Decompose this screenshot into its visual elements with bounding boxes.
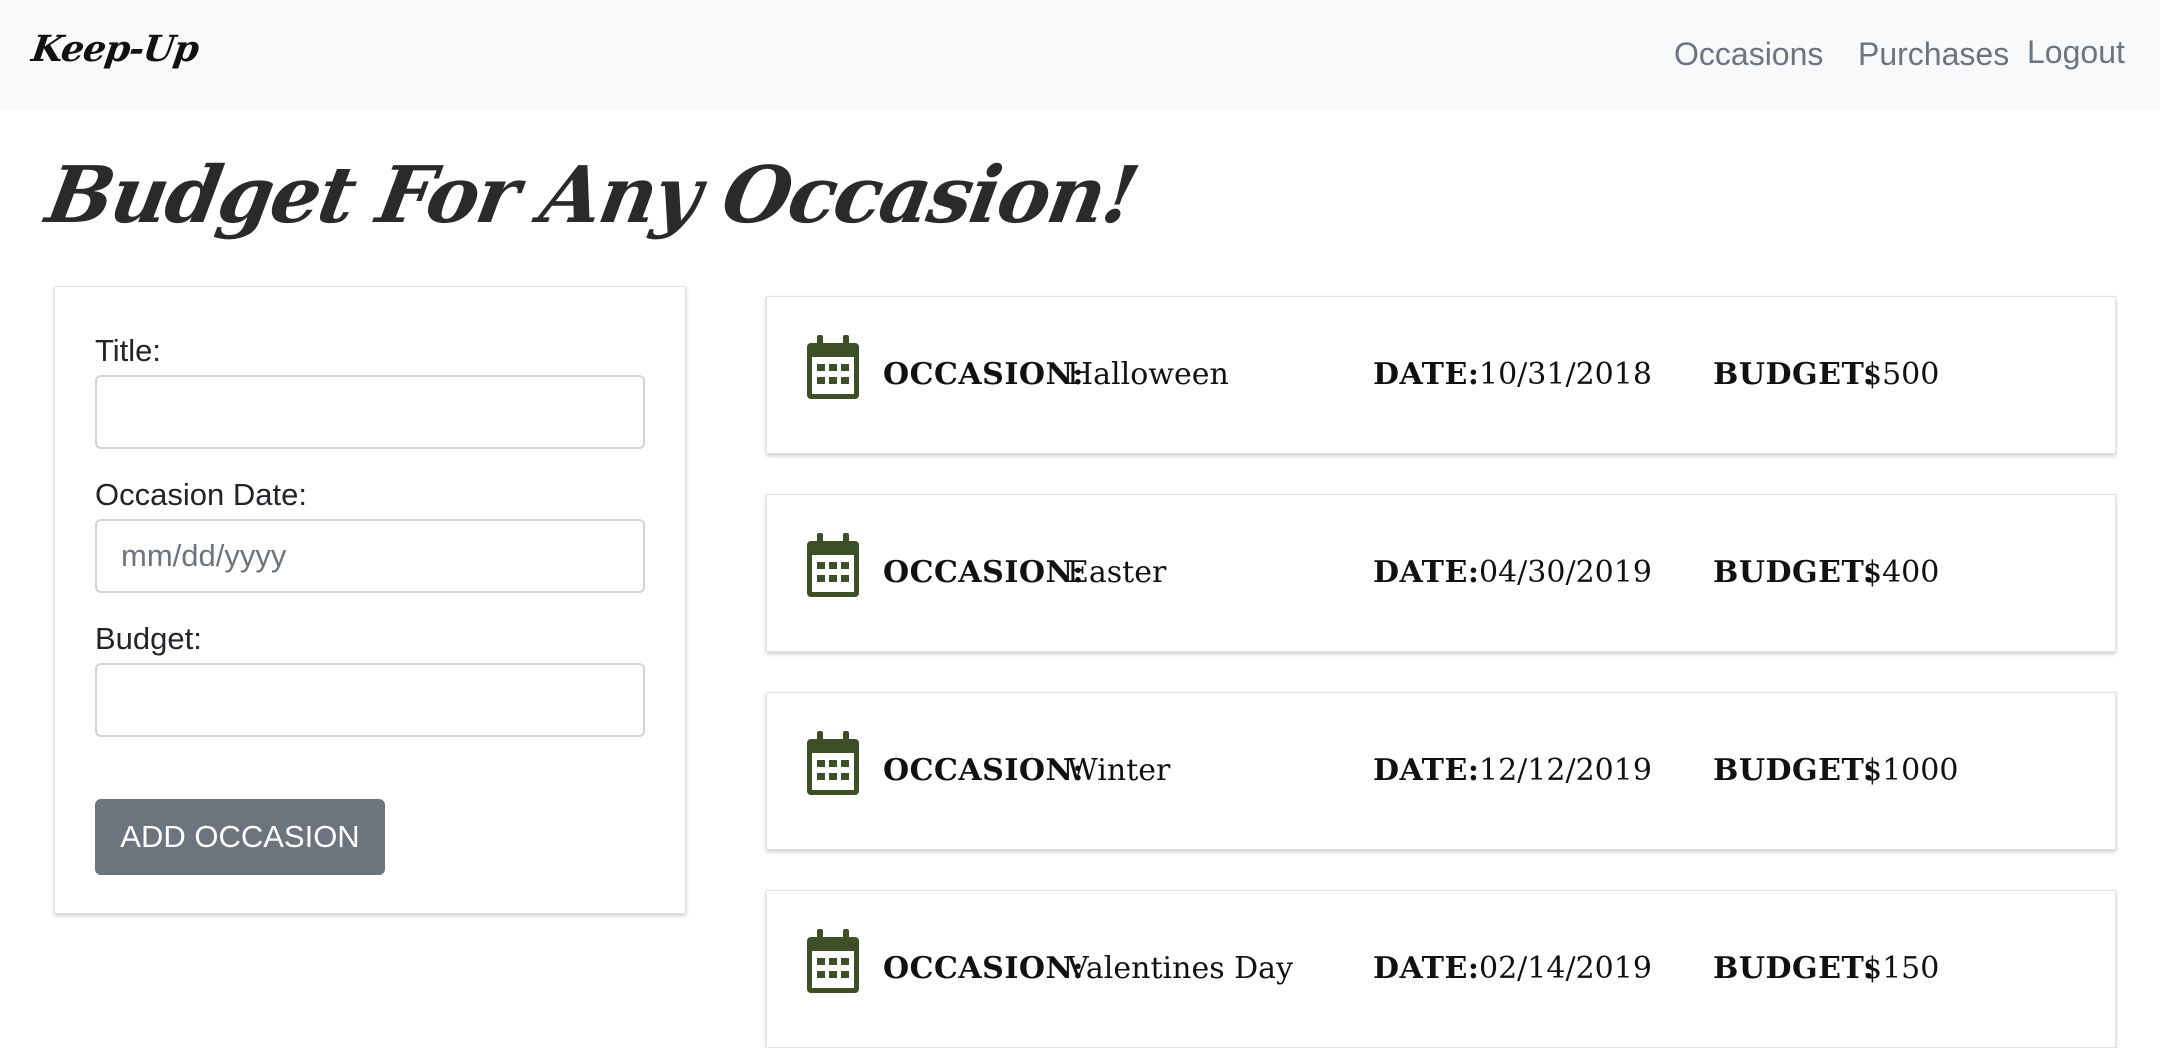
add-occasion-form: Title: Occasion Date: Budget: ADD OCCASI… — [54, 286, 686, 914]
brand-logo[interactable]: Keep-Up — [29, 28, 201, 70]
page-title: Budget For Any Occasion! — [39, 150, 1144, 241]
budget-key: BUDGET: — [1713, 357, 1875, 392]
occasion-name: Winter — [1067, 753, 1171, 788]
occasion-date: 10/31/2018 — [1479, 357, 1652, 392]
occasion-key: OCCASION: — [883, 357, 1084, 392]
occasion-card[interactable]: OCCASION: Halloween DATE: 10/31/2018 BUD… — [766, 296, 2116, 454]
occasion-date: 04/30/2019 — [1479, 555, 1652, 590]
occasion-date: 02/14/2019 — [1479, 951, 1652, 986]
budget-input[interactable] — [95, 663, 645, 737]
occasion-key: OCCASION: — [883, 555, 1084, 590]
title-label: Title: — [95, 333, 162, 368]
occasion-card[interactable]: OCCASION: Winter DATE: 12/12/2019 BUDGET… — [766, 692, 2116, 850]
calendar-icon — [807, 731, 859, 795]
occasion-budget: $1000 — [1863, 753, 1959, 788]
occasion-name: Valentines Day — [1067, 951, 1294, 986]
occasion-budget: $150 — [1863, 951, 1940, 986]
date-key: DATE: — [1373, 555, 1480, 590]
calendar-icon — [807, 335, 859, 399]
occasion-card[interactable]: OCCASION: Easter DATE: 04/30/2019 BUDGET… — [766, 494, 2116, 652]
occasion-name: Easter — [1067, 555, 1167, 590]
occasion-budget: $500 — [1863, 357, 1940, 392]
nav-link-purchases[interactable]: Purchases — [1858, 36, 2009, 73]
occasion-date-label: Occasion Date: — [95, 477, 307, 512]
nav-link-occasions[interactable]: Occasions — [1674, 36, 1823, 73]
date-key: DATE: — [1373, 753, 1480, 788]
date-key: DATE: — [1373, 951, 1480, 986]
budget-label: Budget: — [95, 621, 202, 656]
calendar-icon — [807, 929, 859, 993]
calendar-icon — [807, 533, 859, 597]
navbar: Keep-Up Occasions Purchases Logout — [0, 0, 2160, 110]
occasion-name: Halloween — [1067, 357, 1229, 392]
budget-key: BUDGET: — [1713, 555, 1875, 590]
budget-key: BUDGET: — [1713, 753, 1875, 788]
occasion-key: OCCASION: — [883, 951, 1084, 986]
budget-key: BUDGET: — [1713, 951, 1875, 986]
date-key: DATE: — [1373, 357, 1480, 392]
occasion-date-input[interactable] — [95, 519, 645, 593]
occasion-budget: $400 — [1863, 555, 1940, 590]
occasion-card[interactable]: OCCASION: Valentines Day DATE: 02/14/201… — [766, 890, 2116, 1048]
title-input[interactable] — [95, 375, 645, 449]
add-occasion-button[interactable]: ADD OCCASION — [95, 799, 385, 875]
occasion-key: OCCASION: — [883, 753, 1084, 788]
occasion-date: 12/12/2019 — [1479, 753, 1652, 788]
nav-link-logout[interactable]: Logout — [2027, 34, 2125, 71]
